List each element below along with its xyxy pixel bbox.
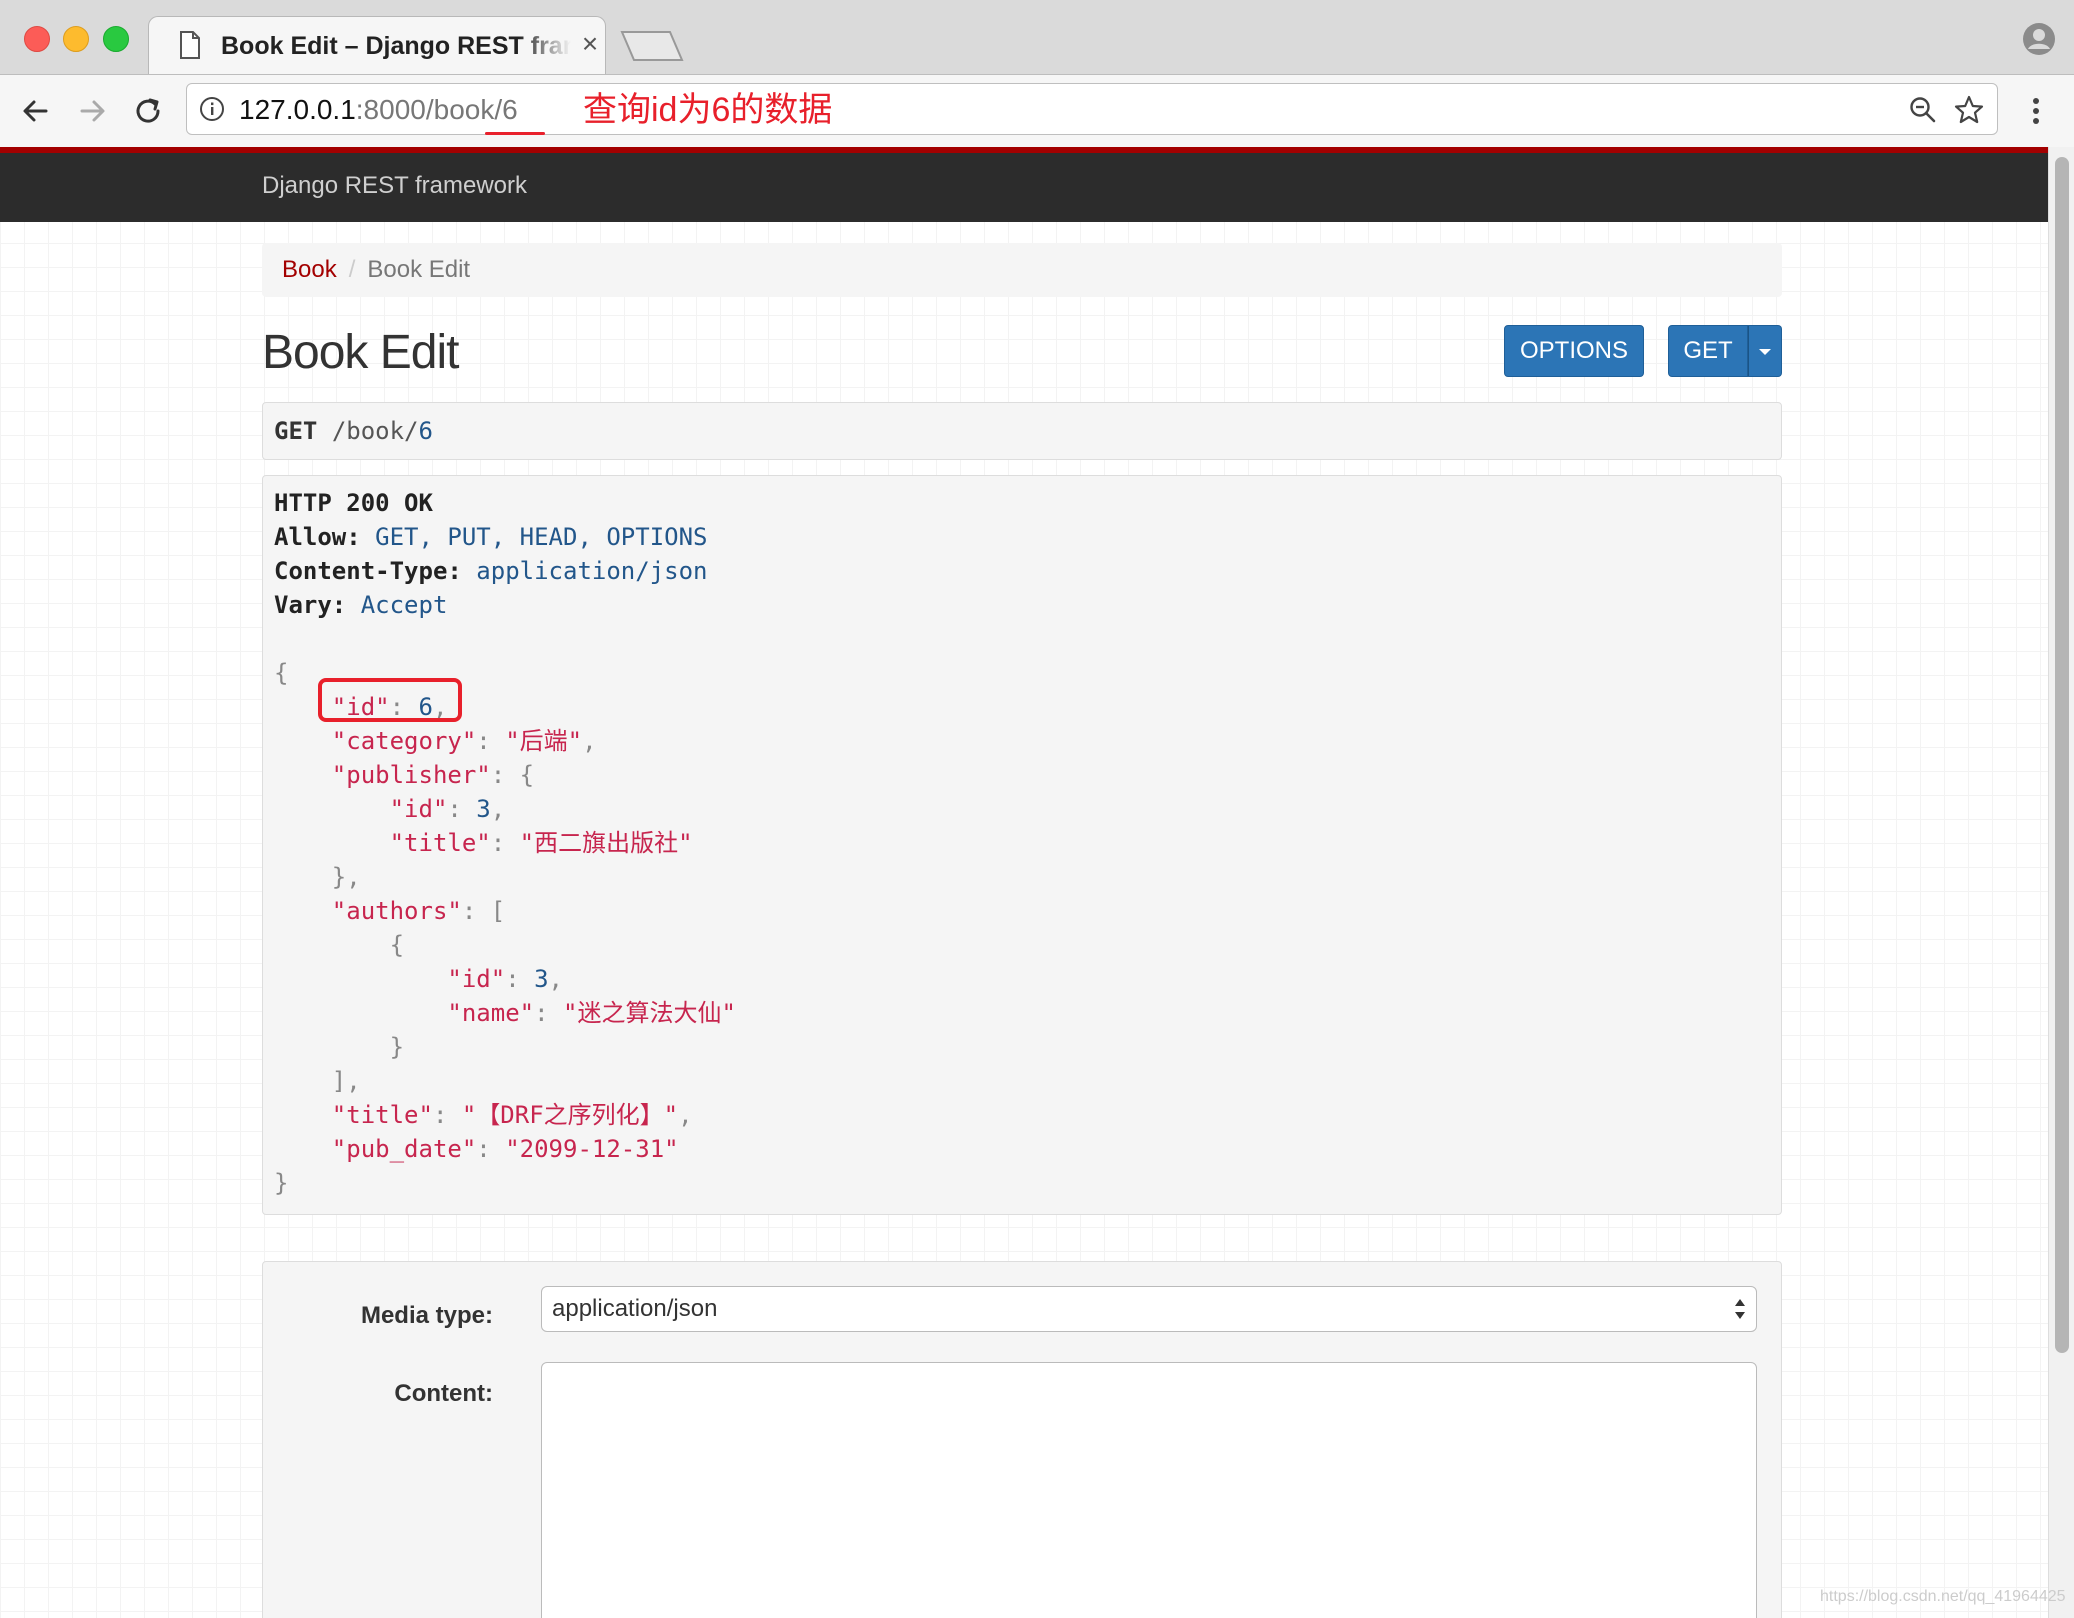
tab-title: Book Edit – Django REST framework [221, 32, 571, 60]
minimize-window-button[interactable] [63, 26, 89, 52]
breadcrumb-book-link[interactable]: Book [282, 256, 337, 283]
raw-data-form: Media type: application/json Content: [262, 1261, 1782, 1618]
zoom-out-icon[interactable] [1909, 96, 1937, 124]
bookmark-star-icon[interactable] [1953, 94, 1985, 126]
close-window-button[interactable] [24, 26, 50, 52]
header-key: Vary: [274, 591, 347, 619]
tab-close-icon[interactable]: × [575, 29, 605, 59]
response-content: HTTP 200 OK Allow: GET, PUT, HEAD, OPTIO… [274, 489, 736, 1197]
header-value: Accept [360, 591, 448, 619]
header-value: application/json [476, 557, 708, 585]
browser-tab-active[interactable]: Book Edit – Django REST framework × [148, 16, 606, 74]
request-path: /book/ [331, 417, 419, 445]
scrollbar-thumb[interactable] [2055, 157, 2069, 1353]
caret-down-icon [1759, 348, 1771, 355]
browser-tabbar: Book Edit – Django REST framework × [0, 0, 2074, 75]
json-category-value: 后端 [519, 727, 568, 755]
request-info: GET /book/6 [262, 402, 1782, 460]
get-button[interactable]: GET [1668, 325, 1748, 377]
json-author-id-value: 3 [534, 965, 549, 993]
new-tab-button[interactable] [620, 30, 684, 62]
header-key: Content-Type: [274, 557, 462, 585]
watermark: https://blog.csdn.net/qq_41964425 [1820, 1588, 2066, 1605]
header-value: GET, PUT, HEAD, OPTIONS [375, 523, 708, 551]
annotation-underline [485, 132, 545, 135]
url-path: /book/6 [425, 94, 518, 125]
json-pub-date-value: 2099-12-31 [519, 1135, 665, 1163]
page-viewport: Django REST framework Book / Book Edit Boo… [0, 147, 2048, 1618]
page-title: Book Edit [262, 326, 459, 379]
page-scrollbar[interactable] [2048, 147, 2074, 1618]
select-arrows-icon [1735, 1299, 1745, 1319]
response-info: HTTP 200 OK Allow: GET, PUT, HEAD, OPTIO… [262, 475, 1782, 1215]
json-title-value: 【DRF之序列化】 [476, 1101, 664, 1129]
info-icon[interactable] [199, 96, 225, 122]
forward-arrow-icon[interactable] [72, 91, 112, 131]
url-text[interactable]: 127.0.0.1:8000/book/6 [239, 93, 518, 127]
json-publisher-id-value: 3 [476, 795, 491, 823]
more-menu-icon[interactable] [2026, 95, 2046, 127]
media-type-value: application/json [552, 1295, 718, 1322]
media-type-label: Media type: [360, 1302, 493, 1329]
breadcrumb: Book / Book Edit [262, 243, 1782, 297]
breadcrumb-separator: / [348, 256, 356, 283]
url-port: :8000 [355, 94, 426, 125]
media-type-select[interactable]: application/json [541, 1286, 1757, 1332]
breadcrumb-current: Book Edit [367, 256, 471, 283]
reload-icon[interactable] [128, 91, 168, 131]
response-status: HTTP 200 OK [274, 489, 433, 517]
content-textarea[interactable] [541, 1362, 1757, 1618]
json-publisher-title-value: 西二旗出版社 [534, 829, 679, 857]
url-host: 127.0.0.1 [239, 94, 356, 125]
options-button[interactable]: OPTIONS [1504, 325, 1644, 377]
maximize-window-button[interactable] [103, 26, 129, 52]
annotation-highlight-box [318, 678, 462, 722]
browser-toolbar: 127.0.0.1:8000/book/6 查询id为6的数据 [0, 75, 2074, 148]
get-format-dropdown-button[interactable] [1748, 325, 1782, 377]
navbar-brand[interactable]: Django REST framework [262, 171, 527, 201]
address-bar[interactable]: 127.0.0.1:8000/book/6 查询id为6的数据 [186, 83, 1998, 135]
annotation-label: 查询id为6的数据 [583, 91, 833, 129]
back-arrow-icon[interactable] [16, 91, 56, 131]
request-id: 6 [418, 417, 433, 445]
document-icon [180, 31, 200, 59]
json-author-name-value: 迷之算法大仙 [577, 999, 722, 1027]
drf-navbar: Django REST framework [0, 147, 2048, 222]
profile-icon[interactable] [2022, 22, 2056, 56]
content-label: Content: [394, 1380, 493, 1407]
request-method: GET [274, 417, 318, 445]
header-key: Allow: [274, 523, 361, 551]
